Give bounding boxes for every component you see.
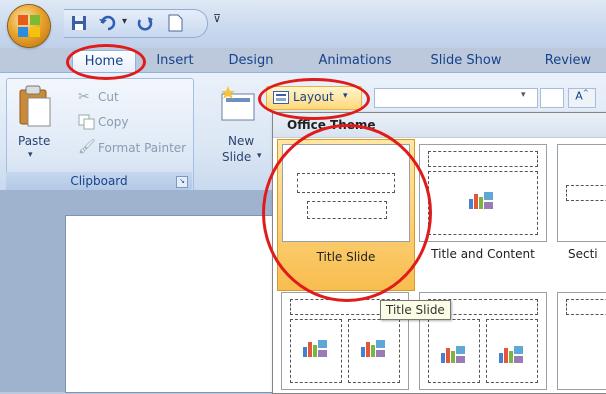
- layout-title-and-content-label[interactable]: Title and Content: [421, 247, 545, 261]
- layout-title-and-content-preview[interactable]: [419, 144, 547, 242]
- copy-button[interactable]: Copy: [98, 115, 128, 129]
- paste-button[interactable]: Paste: [18, 134, 50, 148]
- font-size-box[interactable]: [540, 88, 564, 108]
- layout-section-header-preview[interactable]: [557, 144, 606, 242]
- title-placeholder: [566, 299, 606, 315]
- cut-button[interactable]: Cut: [98, 90, 119, 104]
- annotation-home: [66, 44, 146, 80]
- dialog-launcher-icon[interactable]: ↘: [176, 176, 188, 188]
- font-name-box[interactable]: [374, 88, 538, 108]
- paste-dropdown-icon[interactable]: ▾: [28, 150, 33, 160]
- title-placeholder: [428, 151, 538, 167]
- layout-title-only-preview[interactable]: [557, 292, 606, 390]
- office-button[interactable]: [8, 5, 50, 47]
- title-placeholder: [566, 185, 606, 201]
- annotation-layout: [258, 78, 370, 120]
- content-icons-icon: [441, 346, 465, 363]
- format-painter-icon: 🖌: [78, 139, 96, 155]
- tab-design[interactable]: Design: [222, 50, 280, 72]
- grow-font-icon[interactable]: A^: [568, 88, 596, 108]
- format-painter-button[interactable]: Format Painter: [98, 141, 186, 155]
- annotation-title-slide: [262, 124, 432, 302]
- undo-dropdown-icon[interactable]: ▾: [122, 16, 127, 27]
- scissors-icon: ✂: [78, 89, 90, 105]
- tab-slide-show[interactable]: Slide Show: [426, 50, 506, 72]
- tab-review[interactable]: Review: [538, 50, 598, 72]
- new-slide-label[interactable]: New: [228, 134, 254, 148]
- tab-insert[interactable]: Insert: [148, 50, 202, 72]
- font-name-dropdown-icon[interactable]: ▾: [521, 90, 526, 100]
- tab-animations[interactable]: Animations: [312, 50, 398, 72]
- repeat-icon[interactable]: [136, 14, 156, 32]
- paste-icon[interactable]: [14, 84, 52, 128]
- content-icons-icon: [469, 192, 493, 209]
- undo-icon[interactable]: [98, 14, 118, 32]
- layout-section-header-label[interactable]: Secti: [568, 247, 598, 261]
- new-document-icon[interactable]: [166, 14, 184, 32]
- clipboard-group-label: Clipboard: [6, 172, 192, 190]
- tooltip: Title Slide: [380, 300, 451, 320]
- save-icon[interactable]: [70, 14, 88, 32]
- office-logo-icon: [18, 15, 40, 37]
- new-slide-label-2[interactable]: Slide: [222, 150, 251, 164]
- content-icons-icon: [361, 340, 385, 357]
- content-icons-icon: [303, 340, 327, 357]
- copy-icon: [78, 114, 95, 130]
- new-slide-dropdown-icon[interactable]: ▾: [257, 151, 262, 161]
- customize-qat-icon[interactable]: ⊽: [213, 12, 221, 25]
- quick-access-toolbar: ▾: [64, 9, 208, 38]
- content-icons-icon: [499, 346, 523, 363]
- new-slide-icon[interactable]: [218, 84, 258, 124]
